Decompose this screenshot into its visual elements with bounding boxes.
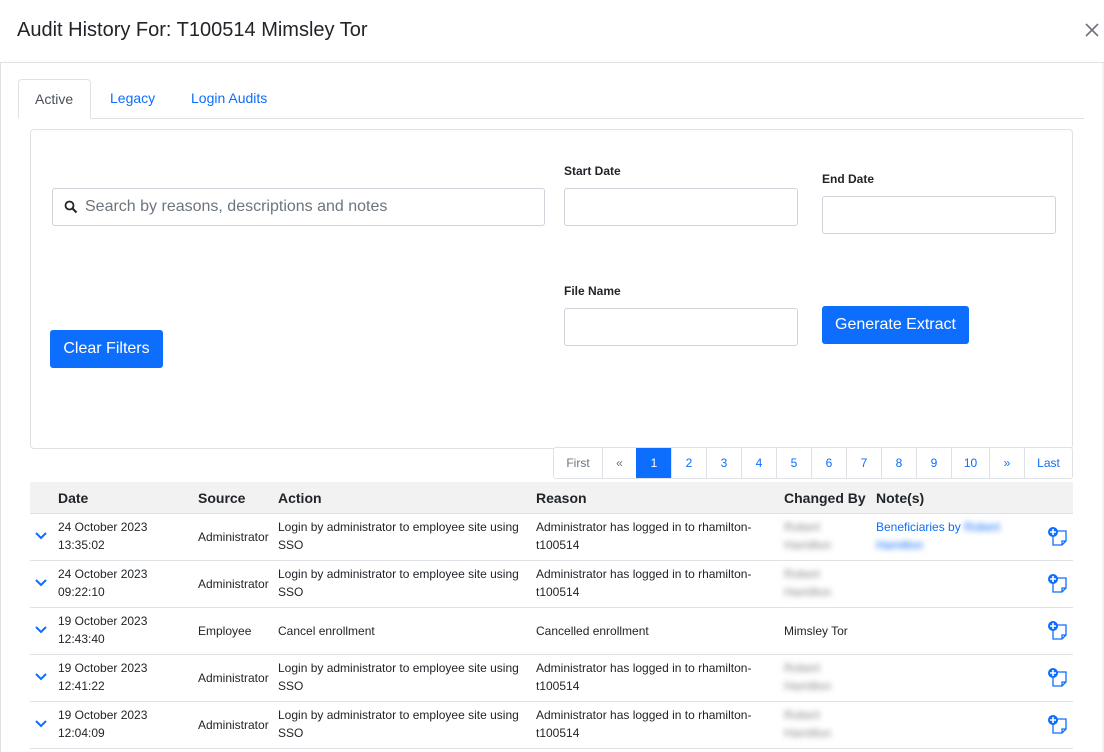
search-box[interactable] [52, 188, 545, 226]
generate-extract-button[interactable]: Generate Extract [822, 306, 969, 344]
tab-login-audits[interactable]: Login Audits [175, 79, 283, 119]
page-first[interactable]: First [554, 448, 602, 478]
table-row: 24 October 2023 13:35:02 Administrator Lo… [30, 514, 1073, 561]
cell-changed-by: Robert Hamilton [784, 567, 832, 599]
chevron-down-icon[interactable] [34, 670, 48, 684]
page-4[interactable]: 4 [741, 448, 776, 478]
cell-action: Login by administrator to employee site … [278, 520, 519, 552]
col-notes[interactable]: Note(s) [876, 490, 924, 506]
add-note-icon[interactable] [1047, 667, 1069, 689]
col-action[interactable]: Action [278, 490, 322, 506]
tab-legacy[interactable]: Legacy [94, 79, 171, 119]
cell-changed-by: Mimsley Tor [784, 624, 848, 638]
page-1[interactable]: 1 [636, 448, 671, 478]
search-input[interactable] [83, 190, 538, 224]
page-prev[interactable]: « [602, 448, 636, 478]
cell-action: Login by administrator to employee site … [278, 661, 519, 693]
cell-source: Administrator [198, 671, 269, 685]
page-9[interactable]: 9 [916, 448, 951, 478]
table-row: 19 October 2023 12:41:22 Administrator Lo… [30, 655, 1073, 702]
cell-source: Administrator [198, 718, 269, 732]
add-note-icon[interactable] [1047, 526, 1069, 548]
cell-source: Administrator [198, 577, 269, 591]
page-2[interactable]: 2 [671, 448, 706, 478]
cell-action: Login by administrator to employee site … [278, 567, 519, 599]
end-date-field[interactable] [822, 196, 1056, 234]
cell-changed-by: Robert Hamilton [784, 520, 832, 552]
note-link[interactable]: Beneficiaries by Robert Hamilton [876, 518, 1000, 554]
chevron-down-icon[interactable] [34, 717, 48, 731]
page-7[interactable]: 7 [846, 448, 881, 478]
page-next[interactable]: » [989, 448, 1024, 478]
close-button[interactable] [1080, 18, 1104, 42]
close-icon [1085, 23, 1099, 37]
page-8[interactable]: 8 [881, 448, 916, 478]
pagination: First « 1 2 3 4 5 6 7 8 9 10 » Last [553, 447, 1073, 479]
chevron-down-icon[interactable] [34, 623, 48, 637]
col-reason[interactable]: Reason [536, 490, 587, 506]
cell-source: Administrator [198, 530, 269, 544]
modal-left-border [0, 63, 1, 752]
cell-changed-by: Robert Hamilton [784, 708, 832, 740]
table-row: 19 October 2023 12:04:09 Administrator Lo… [30, 702, 1073, 749]
cell-date: 24 October 2023 09:22:10 [58, 567, 148, 599]
table-row: 24 October 2023 09:22:10 Administrator Lo… [30, 561, 1073, 608]
start-date-label: Start Date [564, 164, 621, 178]
page-3[interactable]: 3 [706, 448, 741, 478]
modal-title: Audit History For: T100514 Mimsley Tor [17, 19, 368, 41]
tab-bar: Active Legacy Login Audits [18, 79, 1084, 119]
add-note-icon[interactable] [1047, 714, 1069, 736]
page-last[interactable]: Last [1024, 448, 1072, 478]
cell-date: 24 October 2023 13:35:02 [58, 520, 148, 552]
end-date-label: End Date [822, 172, 875, 186]
cell-changed-by: Robert Hamilton [784, 661, 832, 693]
col-changed-by[interactable]: Changed By [784, 490, 866, 506]
col-source[interactable]: Source [198, 490, 245, 506]
cell-action: Cancel enrollment [278, 624, 375, 638]
page-6[interactable]: 6 [811, 448, 846, 478]
cell-reason: Administrator has logged in to rhamilton… [536, 520, 752, 552]
add-note-icon[interactable] [1047, 573, 1069, 595]
start-date-field[interactable] [564, 188, 798, 226]
table-row: 19 October 2023 12:43:40 Employee Cancel … [30, 608, 1073, 655]
chevron-down-icon[interactable] [34, 576, 48, 590]
cell-reason: Administrator has logged in to rhamilton… [536, 567, 752, 599]
col-date[interactable]: Date [58, 490, 88, 506]
cell-date: 19 October 2023 12:04:09 [58, 708, 148, 740]
tab-active[interactable]: Active [18, 79, 91, 119]
cell-date: 19 October 2023 12:41:22 [58, 661, 148, 693]
cell-action: Login by administrator to employee site … [278, 708, 519, 740]
cell-source: Employee [198, 624, 252, 638]
cell-reason: Cancelled enrollment [536, 624, 649, 638]
cell-reason: Administrator has logged in to rhamilton… [536, 708, 752, 740]
add-note-icon[interactable] [1047, 620, 1069, 642]
page-10[interactable]: 10 [951, 448, 989, 478]
chevron-down-icon[interactable] [34, 529, 48, 543]
clear-filters-button[interactable]: Clear Filters [50, 330, 163, 368]
table-header: Date Source Action Reason Changed By Not… [30, 482, 1073, 514]
page-5[interactable]: 5 [776, 448, 811, 478]
cell-date: 19 October 2023 12:43:40 [58, 614, 148, 646]
modal-header: Audit History For: T100514 Mimsley Tor [0, 0, 1104, 63]
file-name-label: File Name [564, 284, 621, 298]
filter-panel [30, 129, 1073, 449]
cell-reason: Administrator has logged in to rhamilton… [536, 661, 752, 693]
file-name-field[interactable] [564, 308, 798, 346]
search-icon [64, 200, 78, 214]
